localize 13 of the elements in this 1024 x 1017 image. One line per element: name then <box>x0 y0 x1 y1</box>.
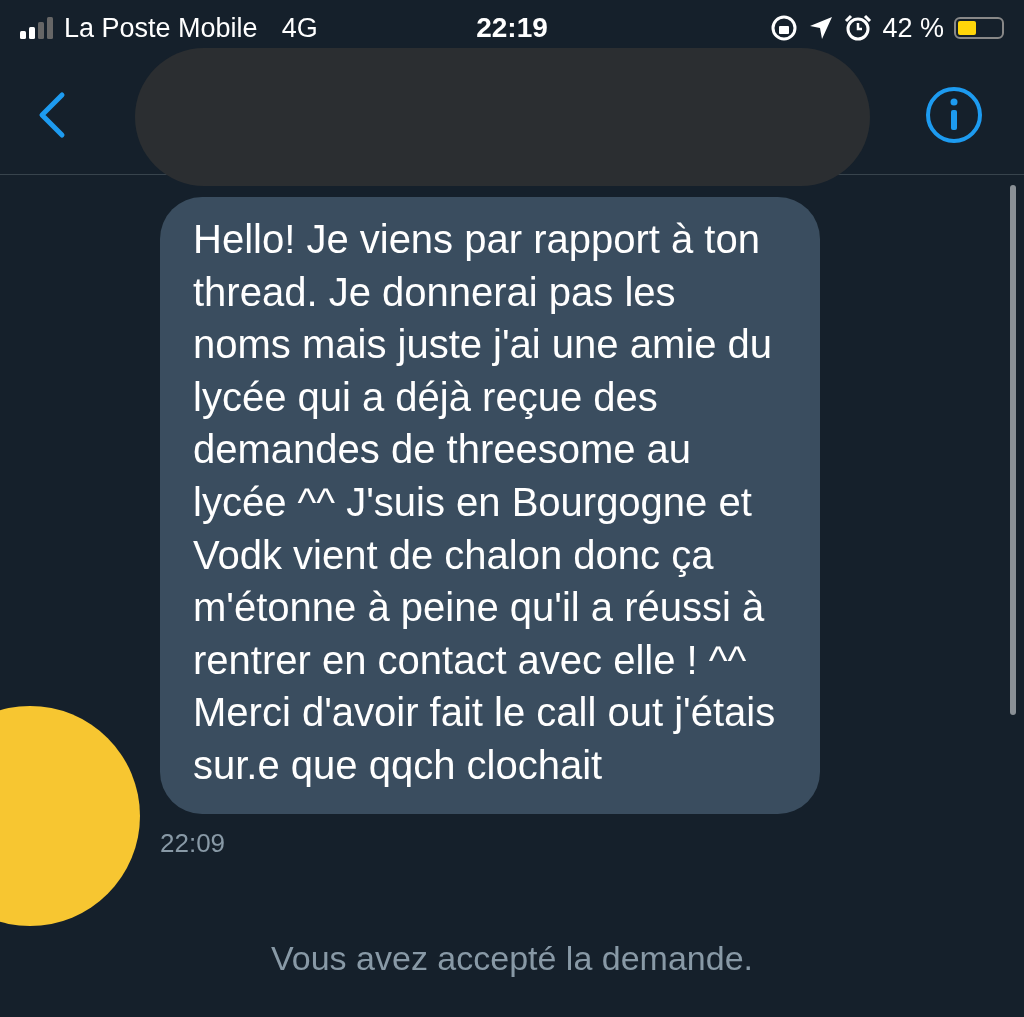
alarm-icon <box>844 14 873 42</box>
location-arrow-icon <box>808 15 835 41</box>
carrier-name: La Poste Mobile <box>64 12 258 44</box>
message-time: 22:09 <box>160 827 227 859</box>
network-type: 4G <box>281 12 318 44</box>
battery-percent: 42 % <box>882 12 944 44</box>
battery-icon <box>954 17 1004 39</box>
rotation-lock-icon <box>770 14 799 42</box>
info-button[interactable] <box>924 85 984 145</box>
signal-icon <box>20 17 54 39</box>
status-time: 22:19 <box>476 12 548 44</box>
system-notice: Vous avez accepté la demande. <box>270 938 754 978</box>
message-bubble: Hello! Je viens par rapport à ton thread. Je donnerai pas les noms mais juste j'ai une amie du lycée qui a déjà reçue des demandes de threesome au lycée ^^ J'suis en Bourgogne et Vodk vient de chalon donc ça m'étonne à peine qu'il a réussi à rentrer en contact avec elle ! ^^ Merci d'avoir fait le call out j'étais sur.e que qqch clochait <box>160 197 820 814</box>
